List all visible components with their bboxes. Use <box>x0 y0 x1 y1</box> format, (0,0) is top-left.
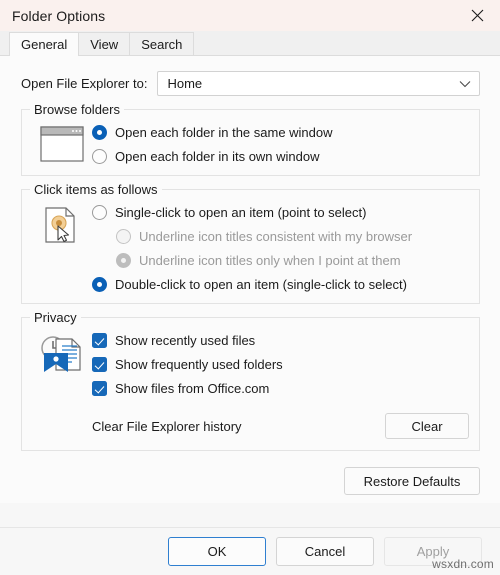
checkbox-recently-used-files[interactable]: Show recently used files <box>92 333 469 348</box>
checkbox-recently-used-files-label: Show recently used files <box>115 333 256 348</box>
checkbox-frequently-used-folders-label: Show frequently used folders <box>115 357 283 372</box>
checkbox-office-files[interactable]: Show files from Office.com <box>92 381 469 396</box>
checkbox-frequently-used-folders[interactable]: Show frequently used folders <box>92 357 469 372</box>
checkbox-indicator <box>92 381 107 396</box>
radio-indicator <box>92 149 107 164</box>
tab-search[interactable]: Search <box>129 32 195 56</box>
privacy-legend: Privacy <box>30 310 81 325</box>
checkbox-indicator <box>92 333 107 348</box>
checkbox-indicator <box>92 357 107 372</box>
close-icon <box>471 9 484 22</box>
radio-own-window[interactable]: Open each folder in its own window <box>92 149 469 164</box>
browse-folders-legend: Browse folders <box>30 102 124 117</box>
tab-strip: General View Search <box>0 31 500 56</box>
tab-view[interactable]: View <box>78 32 131 56</box>
radio-indicator <box>92 125 107 140</box>
radio-underline-consistent: Underline icon titles consistent with my… <box>116 229 469 244</box>
close-button[interactable] <box>455 0 500 31</box>
radio-double-click[interactable]: Double-click to open an item (single-cli… <box>92 277 469 292</box>
privacy-group: Privacy Show recently used files Show fr… <box>21 310 480 451</box>
radio-same-window[interactable]: Open each folder in the same window <box>92 125 469 140</box>
click-items-group: Click items as follows Single-click to o… <box>21 182 480 304</box>
document-click-icon <box>32 204 92 292</box>
apply-button: Apply <box>384 537 482 566</box>
clear-history-row: Clear File Explorer history Clear <box>92 413 469 439</box>
title-bar: Folder Options <box>0 0 500 31</box>
radio-single-click[interactable]: Single-click to open an item (point to s… <box>92 205 469 220</box>
radio-indicator <box>92 277 107 292</box>
window-title: Folder Options <box>12 7 106 24</box>
clear-button[interactable]: Clear <box>385 413 469 439</box>
click-items-legend: Click items as follows <box>30 182 162 197</box>
radio-underline-on-point: Underline icon titles only when I point … <box>116 253 469 268</box>
restore-defaults-row: Restore Defaults <box>0 451 500 495</box>
checkbox-office-files-label: Show files from Office.com <box>115 381 270 396</box>
radio-same-window-label: Open each folder in the same window <box>115 125 333 140</box>
radio-indicator <box>92 205 107 220</box>
open-file-explorer-label: Open File Explorer to: <box>21 76 148 91</box>
open-file-explorer-row: Open File Explorer to: Home <box>0 56 500 96</box>
tab-general[interactable]: General <box>9 32 80 56</box>
radio-single-click-label: Single-click to open an item (point to s… <box>115 205 367 220</box>
window-icon <box>32 124 92 164</box>
dialog-footer: OK Cancel Apply <box>0 527 500 575</box>
radio-double-click-label: Double-click to open an item (single-cli… <box>115 277 407 292</box>
radio-underline-consistent-label: Underline icon titles consistent with my… <box>139 229 413 244</box>
open-file-explorer-dropdown[interactable]: Home <box>157 71 480 96</box>
chevron-down-icon <box>459 76 471 91</box>
general-tab-panel: Open File Explorer to: Home Browse folde… <box>0 55 500 503</box>
radio-indicator <box>116 253 131 268</box>
ok-button[interactable]: OK <box>168 537 266 566</box>
recent-files-icon <box>32 332 92 439</box>
radio-own-window-label: Open each folder in its own window <box>115 149 320 164</box>
clear-history-label: Clear File Explorer history <box>92 418 242 434</box>
restore-defaults-button[interactable]: Restore Defaults <box>344 467 480 495</box>
radio-indicator <box>116 229 131 244</box>
radio-underline-on-point-label: Underline icon titles only when I point … <box>139 253 401 268</box>
open-file-explorer-value: Home <box>167 76 203 91</box>
browse-folders-group: Browse folders Open each folder in the s… <box>21 102 480 176</box>
cancel-button[interactable]: Cancel <box>276 537 374 566</box>
